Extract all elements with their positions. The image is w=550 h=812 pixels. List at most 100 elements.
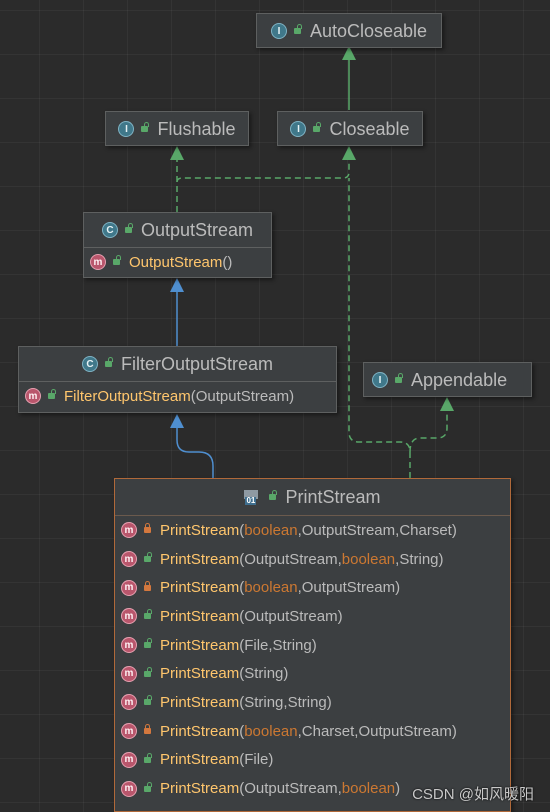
interface-icon: I — [270, 23, 287, 39]
param-type: Charset — [301, 722, 355, 740]
method-name: FilterOutputStream — [64, 387, 191, 405]
param-paren: ) — [451, 722, 457, 740]
method-row[interactable]: m FilterOutputStream (OutputStream) — [19, 382, 336, 411]
public-visibility-icon — [124, 223, 133, 235]
class-icon: C — [101, 222, 118, 238]
param-type: OutputStream — [301, 521, 396, 539]
arrowhead-outputstream — [170, 278, 184, 292]
watermark: CSDN @如风暖阳 — [412, 786, 534, 803]
arrowhead-appendable — [440, 397, 454, 411]
private-visibility-icon — [144, 724, 151, 736]
method-name: PrintStream — [160, 693, 240, 711]
node-title: AutoCloseable — [309, 20, 428, 41]
param-type: OutputStream — [358, 722, 452, 740]
param-type: String — [244, 665, 284, 683]
node-printstream[interactable]: 01 PrintStream m PrintStream(boolean, Out… — [114, 478, 511, 812]
method-icon: m — [121, 522, 137, 539]
param-paren: ) — [311, 636, 317, 654]
method-name: PrintStream — [160, 521, 240, 539]
public-visibility-icon — [104, 357, 113, 369]
method-icon: m — [121, 551, 137, 568]
node-autocloseable[interactable]: I AutoCloseable — [256, 13, 442, 48]
param-type: boolean — [244, 521, 298, 539]
param-paren: ) — [326, 693, 332, 711]
method-name: PrintStream — [160, 722, 240, 740]
method-row[interactable]: m PrintStream(File) — [115, 746, 510, 775]
param-type: boolean — [244, 722, 298, 740]
arrowhead-flushable — [170, 146, 184, 160]
method-name: PrintStream — [160, 751, 240, 769]
method-row[interactable]: m PrintStream(boolean, OutputStream) — [115, 573, 510, 602]
method-row[interactable]: m PrintStream(File, String) — [115, 631, 510, 660]
node-title: Appendable — [411, 369, 508, 390]
arrowhead-closeable — [342, 146, 356, 160]
public-visibility-icon — [144, 666, 152, 679]
param-type: String — [272, 636, 312, 654]
param-paren: ) — [268, 751, 274, 769]
arrowhead-filteroutputstream — [170, 414, 184, 428]
private-visibility-icon — [144, 580, 151, 593]
method-icon: m — [25, 388, 41, 405]
method-icon: m — [121, 665, 137, 682]
public-visibility-icon — [395, 373, 403, 385]
param-type: Charset — [399, 521, 452, 539]
node-title: FilterOutputStream — [120, 353, 274, 374]
edge-outputstream-closeable — [176, 158, 350, 183]
public-visibility-icon — [293, 24, 302, 36]
public-visibility-icon — [144, 638, 152, 650]
method-icon: m — [121, 579, 137, 596]
edge-printstream-appendable — [409, 410, 448, 453]
method-icon: m — [121, 780, 137, 797]
param-type: String — [287, 693, 327, 711]
node-flushable[interactable]: I Flushable — [105, 111, 249, 146]
param-paren: ) — [438, 550, 444, 568]
method-name: PrintStream — [160, 665, 240, 683]
param-type: boolean — [244, 579, 298, 597]
node-closeable[interactable]: I Closeable — [277, 111, 423, 146]
param-type: boolean — [341, 550, 396, 568]
param-type: boolean — [341, 780, 396, 798]
method-name: PrintStream — [160, 636, 240, 654]
interface-icon: I — [118, 121, 135, 137]
private-visibility-icon — [144, 523, 151, 535]
edge-printstream-filteroutputstream — [176, 426, 214, 478]
param-paren: ) — [395, 780, 401, 798]
public-visibility-icon — [144, 609, 152, 621]
method-row[interactable]: m PrintStream(String, String) — [115, 688, 510, 717]
method-name: PrintStream — [160, 780, 240, 798]
public-visibility-icon — [144, 552, 152, 564]
public-visibility-icon — [144, 752, 152, 765]
method-row[interactable]: m OutputStream() — [84, 248, 271, 277]
method-icon: m — [121, 637, 137, 654]
method-row[interactable]: m PrintStream(OutputStream, boolean, Stri… — [115, 545, 510, 574]
param-type: OutputStream — [301, 579, 396, 597]
public-visibility-icon — [144, 695, 152, 707]
node-appendable[interactable]: I Appendable — [363, 362, 532, 397]
method-icon: m — [121, 694, 137, 711]
public-visibility-icon — [144, 781, 152, 794]
method-row[interactable]: m PrintStream(boolean, OutputStream, Char… — [115, 516, 510, 545]
public-visibility-icon — [313, 122, 322, 134]
node-title: PrintStream — [285, 486, 381, 507]
method-row[interactable]: m PrintStream(OutputStream) — [115, 602, 510, 631]
method-name: OutputStream — [129, 253, 223, 271]
method-icon: m — [121, 723, 137, 740]
method-icon: m — [90, 254, 106, 271]
param-type: OutputStream — [244, 780, 338, 798]
arrowhead-autocloseable — [342, 46, 356, 60]
node-outputstream[interactable]: C OutputStream m OutputStream() — [83, 212, 272, 278]
node-filteroutputstream[interactable]: C FilterOutputStream m FilterOutputStrea… — [18, 346, 337, 413]
interface-icon: I — [290, 121, 307, 137]
public-visibility-icon — [269, 490, 278, 502]
param-paren: ) — [283, 665, 289, 683]
method-name: PrintStream — [160, 607, 240, 625]
param-type: File — [244, 751, 269, 769]
method-row[interactable]: m PrintStream(boolean, Charset, OutputStr… — [115, 717, 510, 746]
class-file-icon: 01 — [244, 489, 262, 505]
method-name: PrintStream — [160, 550, 240, 568]
method-row[interactable]: m PrintStream(String) — [115, 659, 510, 688]
method-icon: m — [121, 751, 137, 768]
param-type: OutputStream — [244, 607, 338, 625]
public-visibility-icon — [48, 389, 56, 401]
method-params: (OutputStream) — [190, 387, 295, 405]
